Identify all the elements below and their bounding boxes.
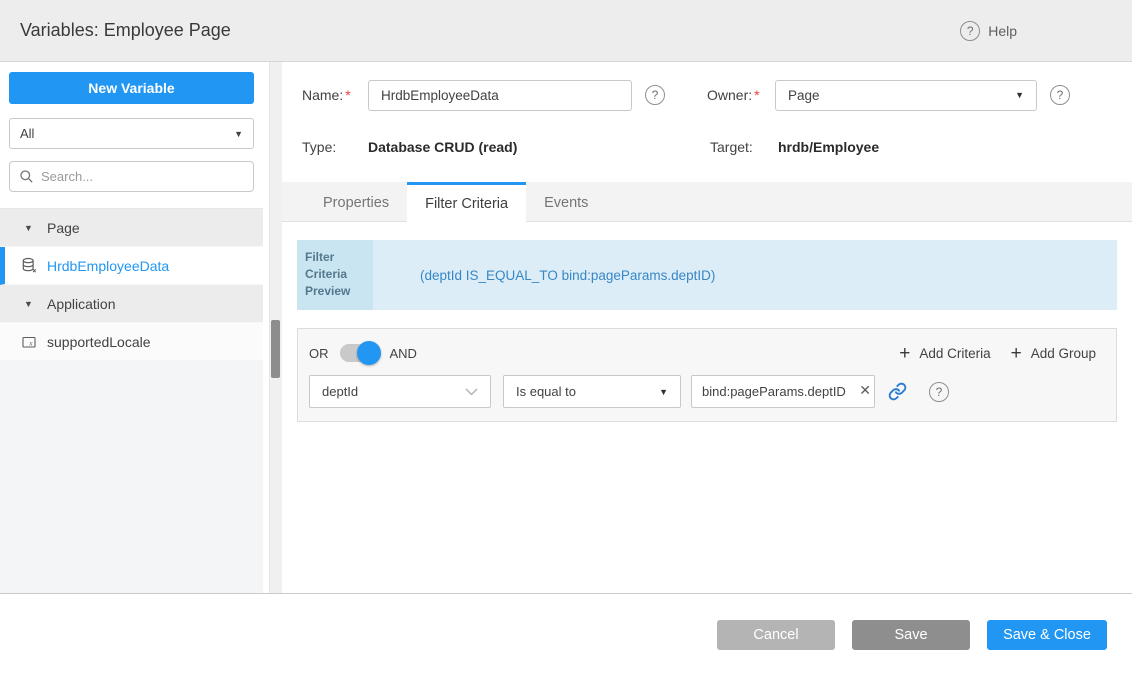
criteria-field-select[interactable]: deptId xyxy=(309,375,491,408)
variables-sidebar: New Variable All ▼ ▼ xyxy=(0,62,282,593)
tree-item-supportedlocale[interactable]: x supportedLocale xyxy=(0,323,263,361)
name-label: Name:* xyxy=(302,87,368,103)
type-value: Database CRUD (read) xyxy=(368,139,710,155)
tree-item-label: supportedLocale xyxy=(47,334,151,350)
dialog-footer: Cancel Save Save & Close xyxy=(0,593,1132,675)
sidebar-scrollbar[interactable] xyxy=(269,62,282,593)
caret-down-icon: ▼ xyxy=(659,387,668,397)
help-label: Help xyxy=(988,23,1017,39)
owner-help-icon[interactable]: ? xyxy=(1050,85,1070,105)
chevron-down-icon xyxy=(465,388,478,396)
chevron-down-icon: ▼ xyxy=(1015,90,1024,100)
criteria-field-value: deptId xyxy=(322,384,358,399)
or-label: OR xyxy=(309,346,329,361)
add-group-button[interactable]: + Add Group xyxy=(1011,344,1096,363)
tree-item-hrdbemployeedata[interactable]: HrdbEmployeeData xyxy=(0,247,263,285)
cancel-button[interactable]: Cancel xyxy=(717,620,835,650)
filter-criteria-preview-label: Filter Criteria Preview xyxy=(297,240,373,310)
criteria-builder-panel: OR AND + Add Criteria + Add Group xyxy=(297,328,1117,422)
target-value: hrdb/Employee xyxy=(778,139,879,155)
sidebar-filler xyxy=(0,361,263,593)
required-asterisk: * xyxy=(754,87,759,103)
criteria-help-icon[interactable]: ? xyxy=(929,382,949,402)
criteria-operator-value: Is equal to xyxy=(516,384,576,399)
tab-filter-criteria[interactable]: Filter Criteria xyxy=(407,182,526,222)
caret-down-icon: ▼ xyxy=(24,299,38,309)
tab-events[interactable]: Events xyxy=(526,182,606,221)
new-variable-button[interactable]: New Variable xyxy=(9,72,254,104)
filter-criteria-preview-value: (deptId IS_EQUAL_TO bind:pageParams.dept… xyxy=(373,240,1117,310)
search-input[interactable] xyxy=(41,169,244,184)
detail-tab-bar: Properties Filter Criteria Events xyxy=(282,182,1132,222)
owner-label: Owner:* xyxy=(707,87,775,103)
variable-type-filter-value: All xyxy=(20,126,34,141)
variable-tree: ▼ Page HrdbEmployeeData ▼ xyxy=(0,208,263,361)
plus-icon: + xyxy=(1011,344,1022,363)
owner-select-value: Page xyxy=(788,88,820,103)
name-help-icon[interactable]: ? xyxy=(645,85,665,105)
model-variable-icon: x xyxy=(21,334,38,350)
save-and-close-button[interactable]: Save & Close xyxy=(987,620,1107,650)
tab-properties[interactable]: Properties xyxy=(305,182,407,221)
database-variable-icon xyxy=(21,257,38,274)
help-icon: ? xyxy=(960,21,980,41)
plus-icon: + xyxy=(899,344,910,363)
target-label: Target: xyxy=(710,139,778,155)
criteria-value-input[interactable] xyxy=(691,375,875,408)
variable-search[interactable] xyxy=(9,161,254,192)
or-and-toggle[interactable] xyxy=(340,344,378,362)
add-criteria-button[interactable]: + Add Criteria xyxy=(899,344,990,363)
tree-group-label: Application xyxy=(47,296,116,312)
tree-item-label: HrdbEmployeeData xyxy=(47,258,169,274)
and-label: AND xyxy=(390,346,417,361)
tree-group-application[interactable]: ▼ Application xyxy=(0,285,263,323)
variable-type-filter-select[interactable]: All ▼ xyxy=(9,118,254,149)
caret-down-icon: ▼ xyxy=(24,223,38,233)
clear-value-icon[interactable]: ✕ xyxy=(859,382,871,399)
owner-select[interactable]: Page ▼ xyxy=(775,80,1037,111)
type-label: Type: xyxy=(302,139,368,155)
name-input[interactable] xyxy=(368,80,632,111)
tree-group-label: Page xyxy=(47,220,80,236)
toggle-knob[interactable] xyxy=(357,341,381,365)
svg-text:x: x xyxy=(28,338,33,347)
bind-link-icon[interactable] xyxy=(888,382,907,401)
tree-group-page[interactable]: ▼ Page xyxy=(0,209,263,247)
save-button[interactable]: Save xyxy=(852,620,970,650)
required-asterisk: * xyxy=(345,87,350,103)
search-icon xyxy=(19,169,34,184)
dialog-header: Variables: Employee Page ? Help xyxy=(0,0,1132,62)
page-title: Variables: Employee Page xyxy=(20,20,231,41)
filter-criteria-preview: Filter Criteria Preview (deptId IS_EQUAL… xyxy=(297,240,1117,310)
scrollbar-thumb[interactable] xyxy=(271,320,280,378)
help-button[interactable]: ? Help xyxy=(960,21,1017,41)
chevron-down-icon: ▼ xyxy=(234,129,243,139)
variable-detail-panel: Name:* ? Owner:* Page ▼ ? Type: Database… xyxy=(282,62,1132,593)
criteria-operator-select[interactable]: Is equal to ▼ xyxy=(503,375,681,408)
